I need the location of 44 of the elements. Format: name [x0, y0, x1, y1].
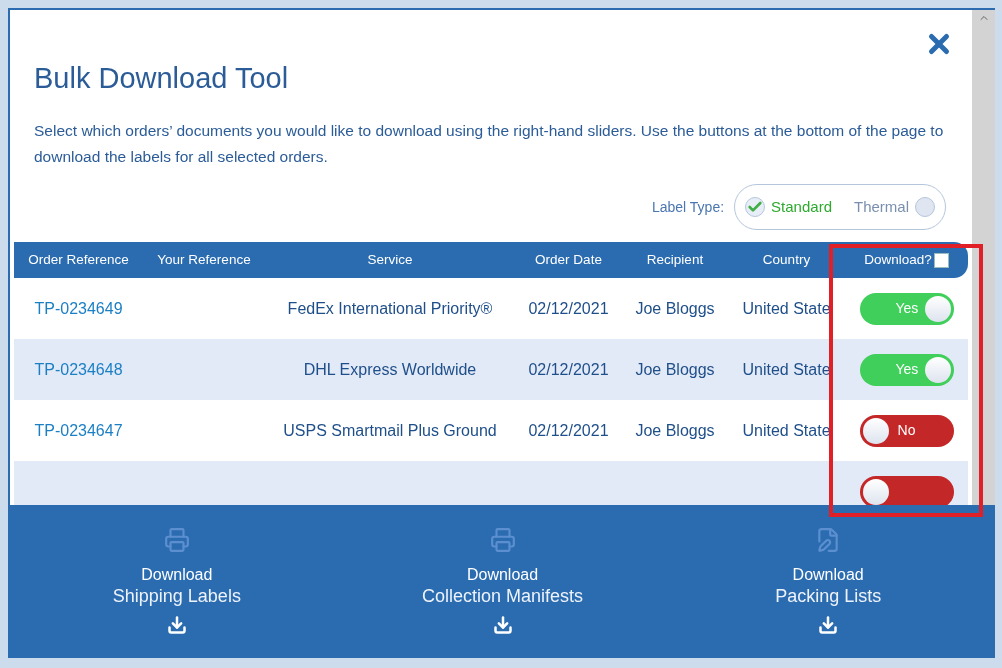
table-cell-text: 02/12/2021: [528, 298, 609, 319]
table-cell-text: 02/12/2021: [528, 420, 609, 441]
download-button[interactable]: Download Collection Manifests: [339, 527, 666, 658]
column-header: Service: [367, 250, 413, 269]
toggle-knob: [924, 295, 951, 322]
label-type-label: Label Type:: [651, 197, 725, 217]
column-header: Your Reference: [157, 250, 251, 269]
table-cell-text: United State: [742, 359, 831, 380]
table-cell-text: Joe Bloggs: [635, 359, 715, 380]
order-link[interactable]: TP-0234647: [34, 418, 123, 443]
dialog-title: Bulk Download Tool: [34, 61, 290, 96]
column-header: Recipient: [646, 250, 704, 269]
table-cell-text: Joe Bloggs: [635, 420, 715, 441]
order-link[interactable]: TP-0234649: [34, 296, 123, 321]
toggle-switch[interactable]: No: [859, 414, 954, 447]
toggle-knob: [862, 417, 889, 444]
table-cell-text: 02/12/2021: [528, 359, 609, 380]
scrollbar[interactable]: [972, 10, 995, 505]
toggle-knob: [862, 478, 889, 505]
printer-icon: [163, 527, 190, 553]
download-button[interactable]: Download Shipping Labels: [14, 527, 340, 658]
table-cell-text: FedEx International Priority®: [287, 298, 493, 319]
dialog-description: Select which orders’ documents you would like to download using the right-hand sliders. Use the buttons at the bottom of the page to download the labels for all selected orders.: [34, 121, 944, 167]
table-cell-text: USPS Smartmail Plus Ground: [283, 420, 497, 441]
column-header: Download?: [864, 250, 932, 269]
label-type-option[interactable]: Standard: [771, 195, 832, 219]
label-type-option[interactable]: Thermal: [854, 195, 909, 219]
download-icon: [166, 615, 187, 635]
select-all-checkbox[interactable]: [933, 252, 949, 268]
order-link[interactable]: TP-0234648: [34, 357, 123, 382]
download-button[interactable]: Download Packing Lists: [665, 527, 991, 658]
printer-icon: [489, 527, 516, 553]
table-cell-text: Joe Bloggs: [635, 298, 715, 319]
toggle-knob: [924, 356, 951, 383]
toggle-switch[interactable]: [859, 475, 954, 505]
column-header: Country: [762, 250, 811, 269]
download-icon: [492, 615, 513, 635]
table-cell-text: United State: [742, 298, 831, 319]
column-header: Order Reference: [28, 250, 129, 269]
check-icon[interactable]: [745, 197, 766, 217]
download-icon: [818, 615, 839, 635]
table-cell-text: DHL Express Worldwide: [303, 359, 477, 380]
column-header: Order Date: [535, 250, 602, 269]
table-cell-text: United State: [742, 420, 831, 441]
